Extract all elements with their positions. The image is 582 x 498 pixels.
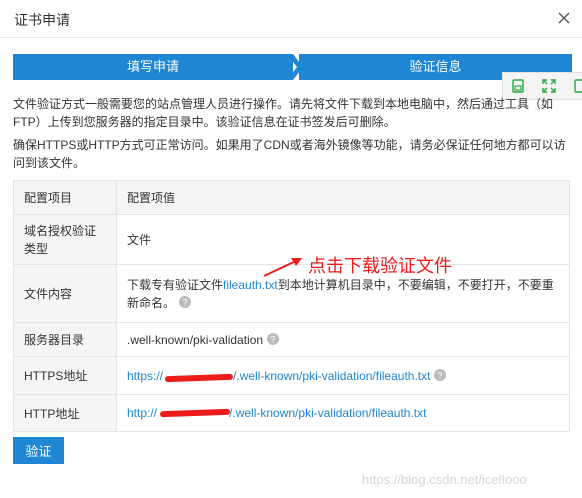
- row-value-server-dir: .well-known/pki-validation?: [116, 322, 570, 357]
- http-url-path[interactable]: /.well-known/pki-validation/fileauth.txt: [229, 406, 426, 420]
- table-row: HTTPS地址 https:// /.well-known/pki-validat…: [13, 356, 570, 395]
- https-url-path[interactable]: /.well-known/pki-validation/fileauth.txt: [233, 369, 430, 383]
- header-config-value: 配置项值: [116, 180, 570, 215]
- table-row: 服务器目录 .well-known/pki-validation?: [13, 322, 570, 357]
- http-url-prefix[interactable]: http://: [127, 406, 157, 420]
- close-icon[interactable]: [556, 10, 572, 26]
- watermark: https://blog.csdn.net/icelIooo: [362, 472, 527, 487]
- table-row: HTTP地址 http:// /.well-known/pki-validatio…: [13, 394, 570, 432]
- svg-text:?: ?: [183, 297, 188, 307]
- dialog-title: 证书申请: [14, 12, 70, 28]
- annotation-arrow-icon: [263, 258, 302, 277]
- header-config-item: 配置项目: [13, 180, 117, 215]
- clipboard-icon[interactable]: [510, 78, 526, 94]
- svg-text:?: ?: [271, 334, 276, 344]
- verify-button[interactable]: 验证: [13, 437, 64, 464]
- row-label-domain-auth: 域名授权验证类型: [13, 214, 117, 265]
- row-label-https: HTTPS地址: [13, 356, 117, 395]
- help-icon[interactable]: ?: [179, 295, 192, 308]
- export-icon[interactable]: [573, 78, 582, 94]
- https-url-prefix[interactable]: https://: [127, 369, 163, 383]
- row-label-http: HTTP地址: [13, 394, 117, 432]
- help-icon[interactable]: ?: [267, 332, 280, 345]
- row-label-file-content: 文件内容: [13, 264, 117, 323]
- svg-text:?: ?: [438, 370, 443, 380]
- row-label-server-dir: 服务器目录: [13, 322, 117, 357]
- dialog-header: 证书申请: [0, 0, 582, 38]
- file-content-prefix: 下载专有验证文件: [127, 277, 224, 292]
- progress-steps: 填写申请 验证信息: [13, 54, 572, 80]
- config-table: 配置项目 配置项值 域名授权验证类型 文件 文件内容 下载专有验证文件filea…: [13, 180, 570, 432]
- table-header-row: 配置项目 配置项值: [13, 180, 570, 215]
- server-dir-value: .well-known/pki-validation: [127, 332, 264, 347]
- help-icon[interactable]: ?: [434, 368, 447, 381]
- instruction-access: 确保HTTPS或HTTP方式可正常访问。如果用了CDN或者海外镜像等功能，请务必…: [13, 138, 566, 170]
- step-fill-application: 填写申请: [13, 54, 293, 80]
- annotation-text: 点击下载验证文件: [308, 256, 452, 276]
- fullscreen-icon[interactable]: [541, 78, 557, 94]
- instruction-upload: 文件验证方式一般需要您的站点管理人员进行操作。请先将文件下载到本地电脑中，然后通…: [13, 97, 554, 129]
